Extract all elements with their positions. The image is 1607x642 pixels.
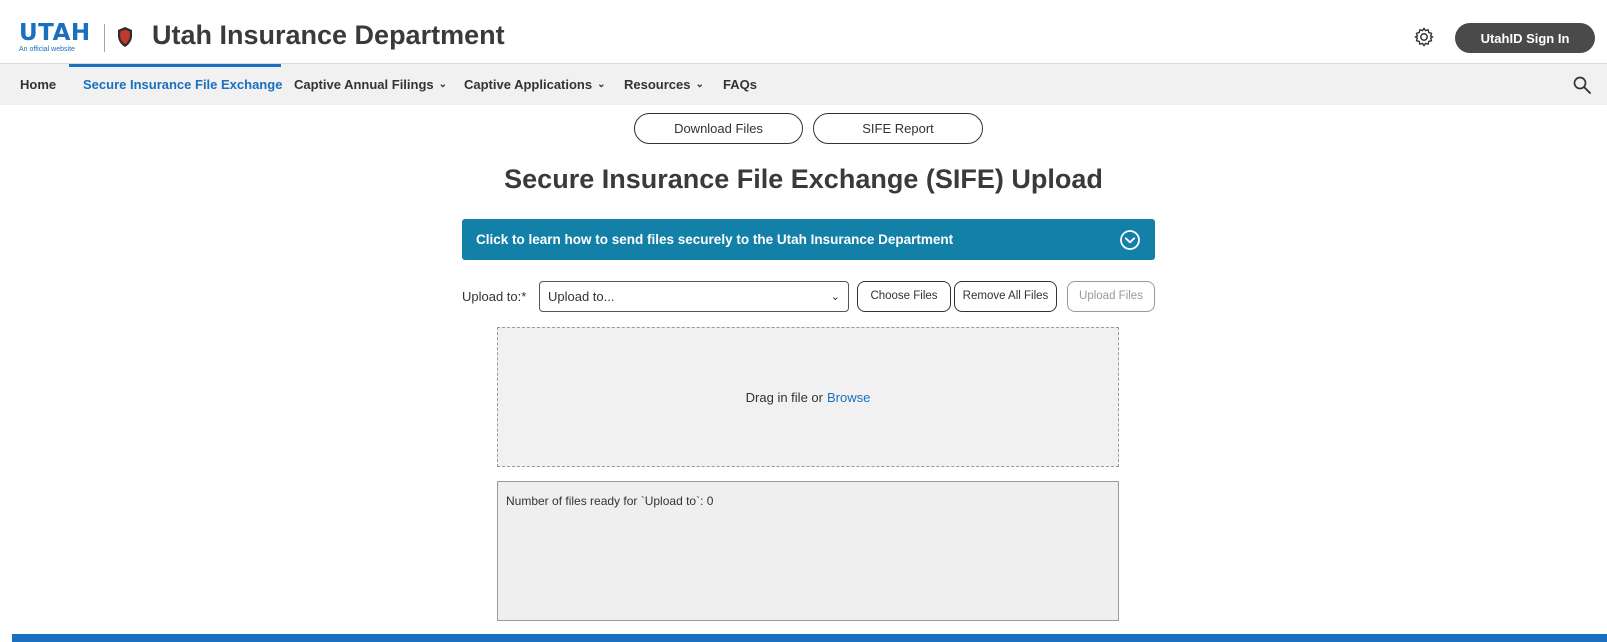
gear-icon[interactable] [1413, 26, 1435, 48]
files-ready-panel: Number of files ready for `Upload to`: 0 [497, 481, 1119, 621]
nav-item-faqs[interactable]: FAQs [723, 64, 757, 105]
nav-item-resources[interactable]: Resources ⌄ [624, 64, 704, 105]
official-website-text: An official website [19, 46, 75, 53]
shield-icon [118, 27, 132, 47]
nav-item-captive-applications[interactable]: Captive Applications ⌄ [464, 64, 606, 105]
chevron-down-icon: ⌄ [830, 291, 840, 303]
footer-bar [12, 634, 1607, 642]
upload-select-value: Upload to... [548, 289, 615, 304]
nav-item-label: Resources [624, 77, 691, 92]
nav-active-indicator [69, 64, 281, 67]
site-header: UTAH An official website Utah Insurance … [0, 0, 1607, 64]
files-ready-status: Number of files ready for `Upload to`: 0 [506, 494, 714, 508]
utah-logo[interactable]: UTAH An official website [19, 20, 91, 54]
browse-link[interactable]: Browse [827, 390, 870, 405]
nav-item-label: FAQs [723, 77, 757, 92]
file-drop-zone[interactable]: Drag in file or Browse [497, 327, 1119, 467]
nav-item-label: Secure Insurance File Exchange [83, 77, 283, 92]
nav-item-sife[interactable]: Secure Insurance File Exchange [83, 64, 282, 105]
page-title: Secure Insurance File Exchange (SIFE) Up… [504, 164, 1103, 194]
nav-item-home[interactable]: Home [20, 64, 56, 105]
chevron-circle-icon [1120, 230, 1140, 250]
search-icon[interactable] [1572, 75, 1592, 95]
chevron-down-icon: ⌄ [695, 79, 704, 90]
main-nav: Home Secure Insurance File Exchange Capt… [0, 64, 1607, 105]
logo-divider [104, 24, 105, 52]
choose-files-button[interactable]: Choose Files [857, 281, 951, 312]
department-title[interactable]: Utah Insurance Department [152, 19, 505, 51]
remove-all-files-button[interactable]: Remove All Files [954, 281, 1057, 312]
nav-item-label: Captive Annual Filings [294, 77, 434, 92]
nav-item-captive-annual-filings[interactable]: Captive Annual Filings ⌄ [294, 64, 447, 105]
upload-to-label: Upload to:* [462, 289, 527, 304]
download-files-button[interactable]: Download Files [634, 113, 803, 144]
signin-button[interactable]: UtahID Sign In [1455, 23, 1595, 53]
dropzone-text: Drag in file or [745, 389, 823, 405]
nav-item-label: Home [20, 77, 57, 92]
info-accordion[interactable]: Click to learn how to send files securel… [462, 219, 1155, 260]
upload-to-select[interactable]: Upload to... ⌄ [539, 281, 849, 312]
upload-files-button[interactable]: Upload Files [1067, 281, 1155, 312]
sife-report-button[interactable]: SIFE Report [813, 113, 983, 144]
nav-item-label: Captive Applications [464, 77, 593, 92]
chevron-down-icon: ⌄ [597, 79, 606, 90]
chevron-down-icon: ⌄ [438, 79, 448, 90]
accordion-label: Click to learn how to send files securel… [476, 232, 954, 247]
utah-logo-word: UTAH [19, 20, 91, 46]
